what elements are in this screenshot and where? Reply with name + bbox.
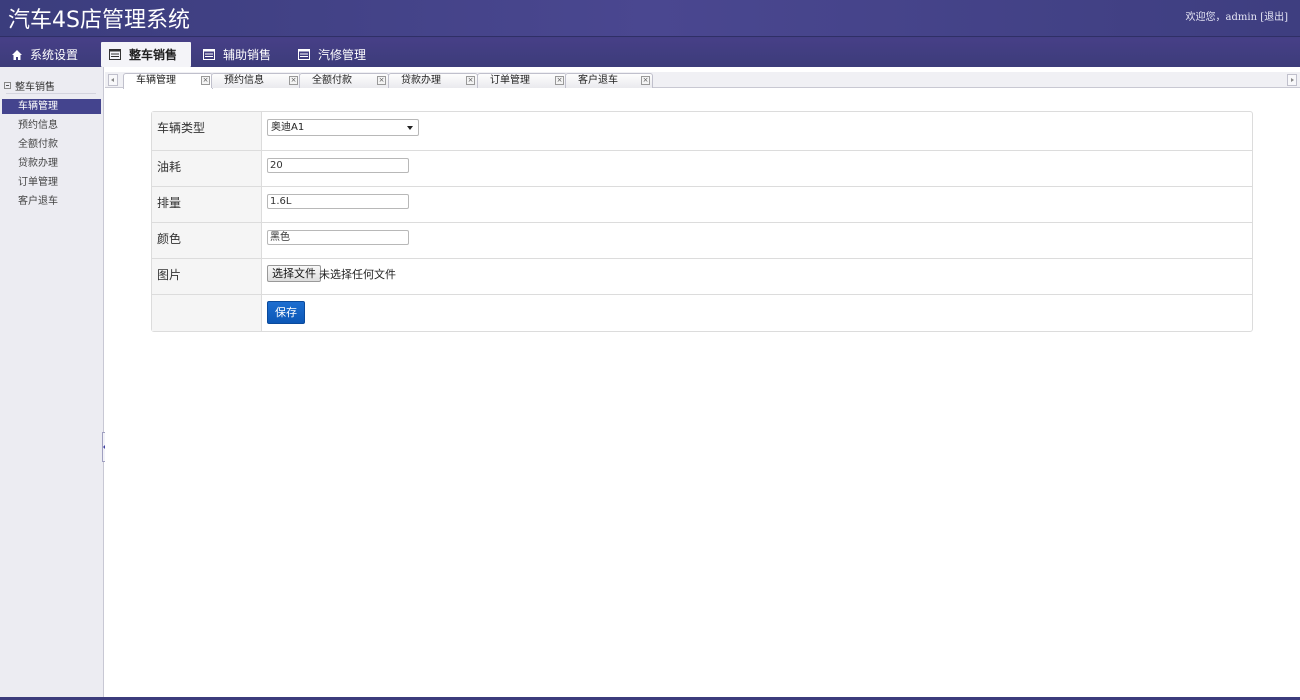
nav-item-repair-management[interactable]: 汽修管理: [290, 42, 374, 67]
sidebar-item-vehicle-management[interactable]: 车辆管理: [2, 99, 101, 114]
list-icon: [109, 49, 121, 60]
tab-label: 全额付款: [312, 75, 352, 86]
app-title: 汽车4S店管理系统: [8, 8, 190, 33]
displacement-input[interactable]: 1.6L: [267, 194, 409, 209]
home-icon: [12, 49, 22, 60]
file-status-text: 未选择任何文件: [319, 268, 396, 281]
vehicle-type-label: 车辆类型: [152, 112, 262, 150]
sidebar-item-loan-processing[interactable]: 贷款办理: [2, 156, 101, 171]
collapse-minus-icon: [4, 82, 11, 89]
tab-label: 预约信息: [224, 75, 264, 86]
form-row-actions: 保存: [152, 295, 1252, 331]
tab-strip: 车辆管理 × 预约信息 × 全额付款 × 贷款办理 × 订单管理 × 客户退车 …: [105, 72, 1300, 89]
fuel-input[interactable]: 20: [267, 158, 409, 173]
sidebar-item-appointment-info[interactable]: 预约信息: [2, 118, 101, 133]
nav-item-system-settings[interactable]: 系统设置: [4, 42, 86, 67]
sidebar: 整车销售 车辆管理 预约信息 全额付款 贷款办理 订单管理 客户退车: [0, 67, 104, 700]
tab-scroll-right-button[interactable]: [1287, 74, 1297, 86]
sidebar-divider: [6, 93, 96, 94]
color-input[interactable]: 黑色: [267, 230, 409, 245]
tab-label: 车辆管理: [136, 75, 176, 86]
top-nav: 系统设置 整车销售 辅助销售 汽修管理: [0, 38, 1300, 67]
sidebar-item-customer-return[interactable]: 客户退车: [2, 194, 101, 209]
empty-label-cell: [152, 295, 262, 331]
tab-loan-processing[interactable]: 贷款办理 ×: [388, 73, 478, 88]
nav-item-label: 辅助销售: [223, 48, 272, 62]
image-label: 图片: [152, 259, 262, 294]
tab-vehicle-management[interactable]: 车辆管理 ×: [123, 73, 213, 89]
vehicle-type-select[interactable]: 奥迪A1: [267, 119, 419, 136]
form-row-displacement: 排量 1.6L: [152, 187, 1252, 223]
tab-label: 客户退车: [578, 75, 618, 86]
fuel-label: 油耗: [152, 151, 262, 186]
tab-order-management[interactable]: 订单管理 ×: [477, 73, 567, 88]
tab-scroll-left-button[interactable]: [108, 74, 118, 86]
tab-label: 贷款办理: [401, 75, 441, 86]
tab-close-icon[interactable]: ×: [289, 76, 298, 85]
form-row-vehicle-type: 车辆类型 奥迪A1: [152, 112, 1252, 151]
tab-close-icon[interactable]: ×: [641, 76, 650, 85]
main-content: 车辆类型 奥迪A1 油耗 20 排量 1.6L 颜色 黑色 图片 选择文件 未选…: [105, 89, 1300, 697]
displacement-label: 排量: [152, 187, 262, 222]
tab-close-icon[interactable]: ×: [377, 76, 386, 85]
form-row-color: 颜色 黑色: [152, 223, 1252, 259]
welcome-logout-link[interactable]: 欢迎您，admin [退出]: [1186, 8, 1288, 23]
list-icon: [298, 49, 310, 60]
tab-full-payment[interactable]: 全额付款 ×: [299, 73, 389, 88]
app-header: 汽车4S店管理系统 欢迎您，admin [退出] 系统设置 整车销售 辅助销售 …: [0, 0, 1300, 67]
tab-close-icon[interactable]: ×: [555, 76, 564, 85]
choose-file-button[interactable]: 选择文件: [267, 265, 321, 282]
nav-item-label: 整车销售: [129, 48, 178, 62]
title-band: 汽车4S店管理系统 欢迎您，admin [退出]: [0, 0, 1300, 37]
sidebar-heading[interactable]: 整车销售: [4, 78, 55, 93]
sidebar-heading-label: 整车销售: [15, 82, 55, 93]
color-label: 颜色: [152, 223, 262, 258]
tab-appointment-info[interactable]: 预约信息 ×: [211, 73, 301, 88]
form-row-fuel: 油耗 20: [152, 151, 1252, 187]
nav-item-label: 汽修管理: [318, 48, 367, 62]
tab-close-icon[interactable]: ×: [466, 76, 475, 85]
sidebar-item-full-payment[interactable]: 全额付款: [2, 137, 101, 152]
tab-close-icon[interactable]: ×: [201, 76, 210, 85]
list-icon: [203, 49, 215, 60]
tab-customer-return[interactable]: 客户退车 ×: [565, 73, 653, 88]
vehicle-type-selected-value: 奥迪A1: [271, 122, 305, 133]
save-button[interactable]: 保存: [267, 301, 305, 324]
sidebar-item-order-management[interactable]: 订单管理: [2, 175, 101, 190]
chevron-down-icon: [407, 126, 413, 130]
vehicle-form: 车辆类型 奥迪A1 油耗 20 排量 1.6L 颜色 黑色 图片 选择文件 未选…: [151, 111, 1253, 332]
nav-item-aux-sales[interactable]: 辅助销售: [195, 42, 279, 67]
tab-label: 订单管理: [490, 75, 530, 86]
nav-item-label: 系统设置: [30, 48, 79, 62]
form-row-image: 图片 选择文件 未选择任何文件: [152, 259, 1252, 295]
nav-item-vehicle-sales[interactable]: 整车销售: [101, 42, 191, 67]
